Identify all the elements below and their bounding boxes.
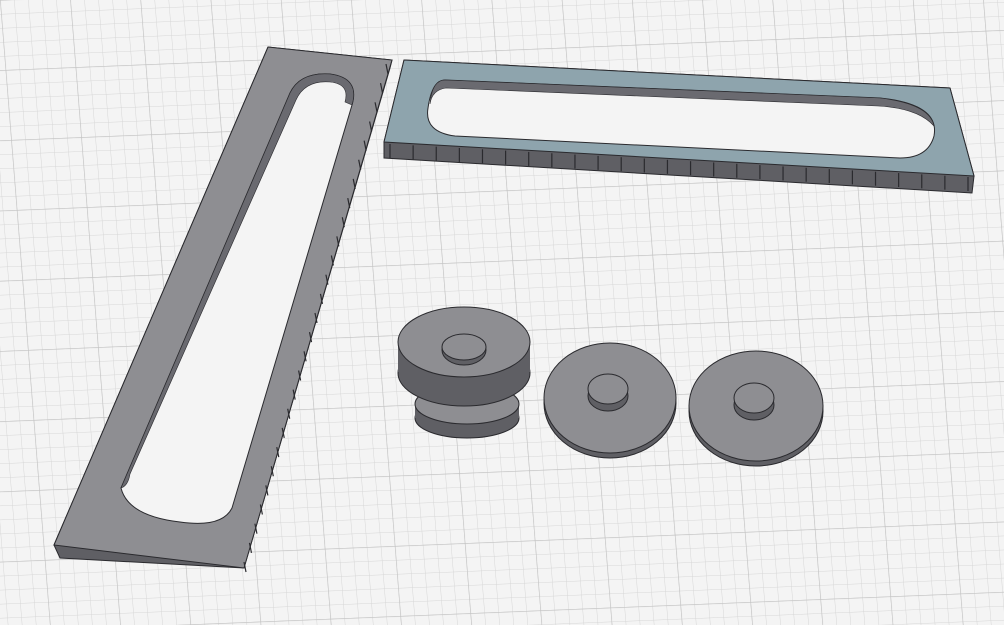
stepped-disc-right[interactable] [688,350,824,467]
scene-canvas[interactable] [0,0,1004,625]
stepped-disc-middle[interactable] [543,342,677,459]
3d-viewport[interactable] [0,0,1004,625]
stacked-washer[interactable] [397,306,531,439]
